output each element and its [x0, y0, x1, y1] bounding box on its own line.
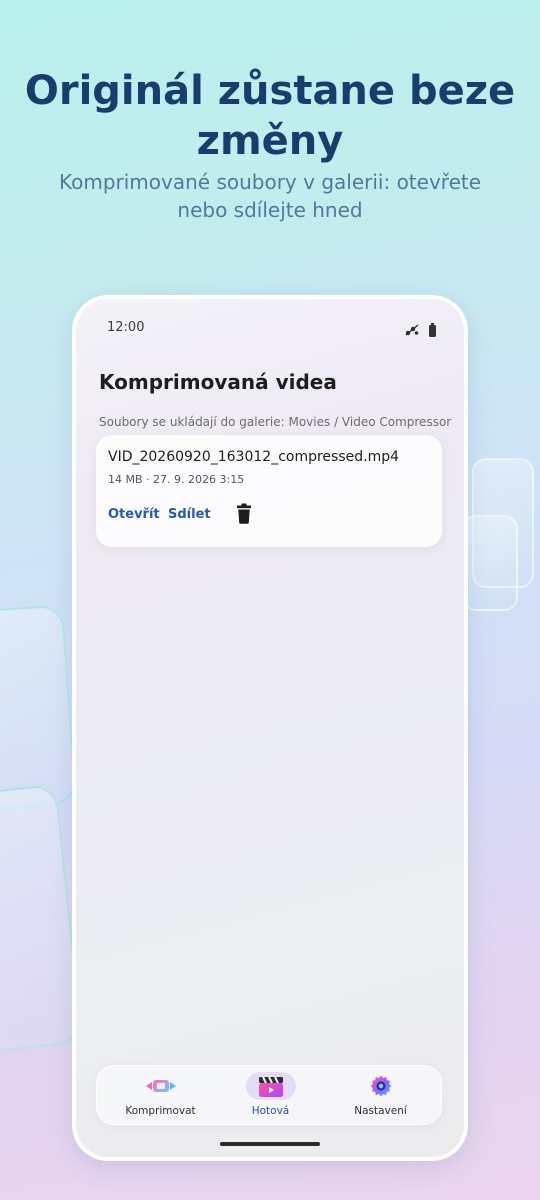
save-location-caption: Soubory se ukládají do galerie: Movies /…: [99, 415, 452, 429]
open-button[interactable]: Otevřít: [108, 507, 160, 522]
share-button[interactable]: Sdílet: [168, 507, 211, 522]
nav-label-done: Hotová: [251, 1105, 290, 1117]
decorative-glass-panel: [0, 604, 77, 812]
nav-item-settings[interactable]: Nastavení: [323, 1066, 438, 1126]
nav-label-compress: Komprimovat: [125, 1105, 196, 1117]
decorative-glass-panel: [462, 515, 518, 611]
battery-icon: [429, 322, 436, 337]
file-card: VID_20260920_163012_compressed.mp4 14 MB…: [96, 435, 442, 547]
promo-headline: Originál zůstane beze změny: [24, 68, 516, 164]
phone-frame: 12:00 Komprimovaná videa Soubory se uklá…: [72, 295, 468, 1161]
status-icons: [405, 321, 436, 340]
status-bar: 12:00: [76, 299, 464, 355]
bottom-navigation: Komprimovat Hotová Nastavení: [96, 1065, 442, 1125]
file-name: VID_20260920_163012_compressed.mp4: [108, 449, 400, 465]
home-indicator[interactable]: [220, 1142, 320, 1146]
compress-icon: [136, 1072, 186, 1100]
nav-label-settings: Nastavení: [354, 1105, 407, 1117]
promo-subline: Komprimované soubory v galerii: otevřete…: [58, 170, 482, 222]
trash-icon[interactable]: [234, 503, 254, 525]
network-icon: [405, 321, 419, 340]
nav-item-compress[interactable]: Komprimovat: [103, 1066, 218, 1126]
nav-item-done[interactable]: Hotová: [213, 1066, 328, 1126]
gear-icon: [356, 1072, 406, 1100]
status-time: 12:00: [107, 320, 145, 335]
decorative-glass-panel: [0, 783, 84, 1057]
file-meta: 14 MB · 27. 9. 2026 3:15: [108, 473, 245, 486]
clapperboard-icon: [245, 1072, 296, 1100]
page-title: Komprimovaná videa: [99, 370, 337, 394]
app-screen: 12:00 Komprimovaná videa Soubory se uklá…: [76, 299, 464, 1157]
